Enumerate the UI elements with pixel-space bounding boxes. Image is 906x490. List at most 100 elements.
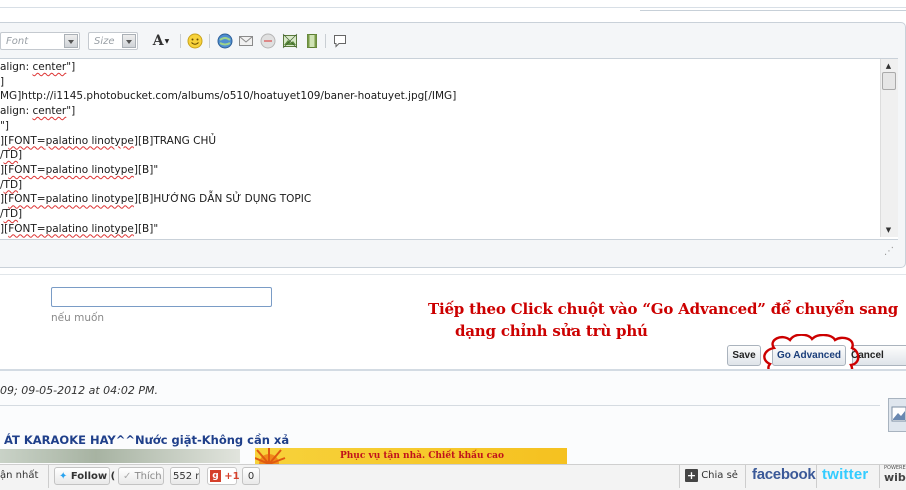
twitter-share-link[interactable]: twitter (822, 466, 868, 484)
instruction-annotation-line2: dạng chỉnh sửa trù phú (455, 322, 648, 340)
edit-reason-input[interactable] (51, 287, 272, 307)
scroll-up-icon[interactable]: ▲ (880, 60, 897, 72)
post-divider (0, 405, 880, 406)
resize-grip-icon[interactable]: ⋰ (884, 246, 896, 258)
instruction-annotation-line1: Tiếp theo Click chuột vào “Go Advanced” … (428, 300, 899, 318)
message-textarea[interactable]: align: center"]] MG]http://i1145.photobuc… (0, 58, 898, 240)
sharebar-divider (745, 465, 746, 488)
editor-text-segment: ] (18, 208, 23, 220)
editor-text-line: ][FONT=palatino linotype][B]" (0, 222, 158, 237)
toolbar-separator (325, 34, 326, 48)
editor-text-segment: ][B]" (133, 163, 159, 176)
section-divider (0, 274, 906, 275)
toolbar-separator (180, 34, 181, 48)
editor-text-segment: "] (66, 61, 76, 73)
editor-text-line: align: center"] (0, 60, 75, 75)
misspelled-word: center (32, 105, 67, 118)
sharebar-divider (879, 465, 880, 488)
editor-text-line: /TD] (0, 148, 22, 163)
editor-text-segment: align: (0, 105, 33, 118)
editor-text-line: "] (0, 119, 9, 134)
unlink-icon (260, 33, 276, 49)
font-select-label: Font (6, 36, 29, 47)
text-color-dropdown-icon: ▼ (164, 37, 170, 45)
editor-text-segment: ][ (0, 134, 9, 147)
misspelled-word: FONT=palatino linotype (8, 163, 134, 176)
editor-text-segment: ] (18, 178, 23, 191)
insert-video-button[interactable] (303, 32, 321, 50)
scroll-down-icon[interactable]: ▼ (880, 224, 897, 236)
editor-text-segment: ][ (0, 222, 9, 235)
editor-text-line: ][FONT=palatino linotype][B]TRANG CHỦ (0, 134, 216, 149)
top-divider-right (640, 10, 906, 11)
share-label: Chia sẻ (701, 470, 738, 481)
ad-banner-text: Phục vụ tận nhà. Chiết khấu cao (340, 451, 504, 461)
text-color-button[interactable]: A ▼ (148, 32, 174, 50)
thread-title-link[interactable]: ÁT KARAOKE HAY^^Nước giặt-Không cần xả (4, 433, 289, 447)
editor-text-line: align: center"] (0, 104, 75, 119)
editor-text-segment: ] (18, 149, 23, 162)
editor-text-line: ][FONT=palatino linotype][B]" (0, 163, 158, 178)
insert-email-button[interactable] (237, 32, 255, 50)
newest-link[interactable]: ận nhất (0, 467, 38, 485)
misspelled-word: TD (3, 149, 19, 162)
share-button[interactable]: + Chia sẻ (685, 467, 738, 485)
last-edited-date-text: 09; 09-05-2012 at 04:02 PM. (0, 384, 158, 397)
plusone-label: +1 (224, 471, 240, 482)
editor-text-segment: "] (66, 105, 76, 118)
font-select-dropdown-icon[interactable] (64, 34, 78, 48)
image-icon (282, 33, 298, 49)
scroll-thumb[interactable] (882, 72, 896, 90)
editor-text-line: /TD] (0, 207, 22, 222)
editor-text-segment: align: (0, 61, 33, 73)
editor-toolbar: Font Size A ▼ (0, 28, 904, 56)
like-label: Thích (134, 471, 162, 482)
facebook-share-link[interactable]: facebook (752, 466, 816, 484)
plusone-count: 0 (242, 467, 260, 485)
smiley-button[interactable] (186, 32, 204, 50)
text-color-icon: A (152, 33, 164, 49)
insert-quote-button[interactable] (331, 32, 349, 50)
misspelled-word: FONT=palatino linotype (8, 134, 134, 147)
size-select-dropdown-icon[interactable] (122, 34, 136, 48)
quote-icon (334, 35, 346, 48)
editor-text-segment: MG]http://i1145.photobucket.com/albums/o… (0, 90, 457, 103)
like-button[interactable]: ✓ Thích (118, 467, 164, 485)
video-icon (307, 34, 317, 48)
misspelled-word: TD (3, 208, 19, 220)
sunburst-icon (255, 448, 286, 464)
editor-text-segment: ][ (0, 193, 9, 206)
email-icon (239, 36, 253, 46)
powered-by-logo[interactable]: wib (884, 472, 906, 490)
editor-text-segment: ][B]" (133, 222, 159, 235)
ad-banner-left[interactable] (0, 449, 240, 463)
smiley-icon (187, 33, 203, 49)
sharebar-divider (679, 465, 680, 488)
remove-link-button[interactable] (259, 32, 277, 50)
editor-text-segment: ][ (0, 163, 9, 176)
misspelled-word: FONT=palatino linotype (8, 222, 134, 235)
twitter-follow-button[interactable]: ✦ Follow ( (54, 467, 115, 485)
twitter-bird-icon: ✦ (59, 471, 68, 482)
side-thumbnail[interactable] (888, 398, 906, 432)
editor-text-line: ][FONT=palatino linotype][B]HƯỚNG DẪN SỬ… (0, 192, 311, 207)
editor-text-line: ] (0, 75, 4, 90)
insert-link-button[interactable] (216, 32, 234, 50)
editor-text-line: MG]http://i1145.photobucket.com/albums/o… (0, 89, 456, 104)
toolbar-separator (209, 34, 210, 48)
link-icon (217, 33, 233, 49)
misspelled-word: TD (3, 178, 19, 191)
google-plus-icon: g (210, 470, 221, 482)
like-check-icon: ✓ (123, 471, 132, 482)
sharebar-divider (816, 465, 817, 488)
save-button[interactable]: Save (727, 345, 761, 366)
editor-text-segment: ][B]HƯỚNG DẪN SỬ DỤNG TOPIC (133, 193, 312, 206)
google-plusone-button[interactable]: g +1 (207, 467, 240, 485)
insert-image-button[interactable] (281, 32, 299, 50)
editor-text-segment: ][B]TRANG CHỦ (133, 134, 217, 147)
font-select[interactable]: Font (0, 32, 80, 50)
size-select[interactable]: Size (88, 32, 138, 50)
last-edited-date: 09; 09-05-2012 at 04:02 PM. (0, 384, 158, 397)
sharebar-divider (48, 465, 49, 488)
share-plus-icon: + (685, 468, 698, 482)
